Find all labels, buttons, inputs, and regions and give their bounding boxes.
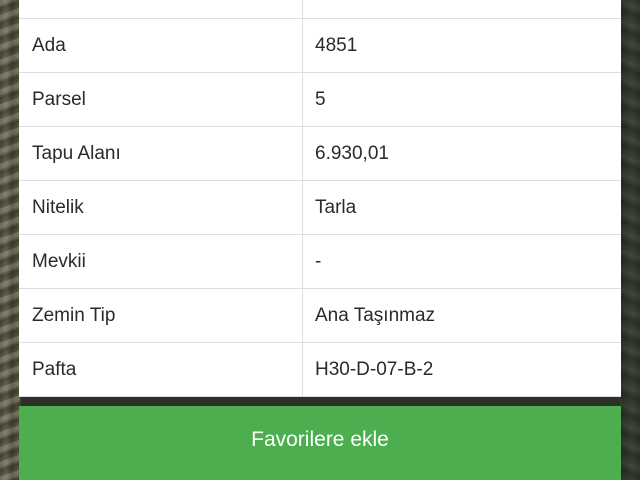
- row-value: Ana Taşınmaz: [315, 304, 436, 326]
- table-row-parsel: Parsel 5: [19, 73, 621, 127]
- row-value: 5: [315, 88, 326, 110]
- parcel-details-table: Mahalle No 44482 Ada 4851 Parsel 5 Tapu …: [19, 0, 621, 397]
- table-row-mahalle-no: Mahalle No 44482: [19, 0, 621, 19]
- table-row-pafta: Pafta H30-D-07-B-2: [19, 343, 621, 397]
- add-to-favorites-label: Favorilere ekle: [251, 428, 389, 451]
- row-value: H30-D-07-B-2: [315, 358, 434, 380]
- row-label: Mevkii: [19, 235, 303, 288]
- background-edge-right: [620, 0, 640, 480]
- row-value: Tarla: [315, 196, 357, 218]
- row-label: Tapu Alanı: [19, 127, 303, 180]
- add-to-favorites-button[interactable]: Favorilere ekle: [19, 406, 621, 480]
- row-label: Nitelik: [19, 181, 303, 234]
- table-row-mevkii: Mevkii -: [19, 235, 621, 289]
- row-value: 4851: [315, 34, 358, 56]
- row-value: 44482: [303, 0, 621, 18]
- background-edge-left: [0, 0, 20, 480]
- table-row-zemin-tip: Zemin Tip Ana Taşınmaz: [19, 289, 621, 343]
- row-label: Pafta: [19, 343, 303, 396]
- row-value: -: [315, 250, 322, 272]
- row-label: Ada: [19, 19, 303, 72]
- table-row-nitelik: Nitelik Tarla: [19, 181, 621, 235]
- row-label: Mahalle No: [19, 0, 303, 18]
- table-row-ada: Ada 4851: [19, 19, 621, 73]
- row-label: Zemin Tip: [19, 289, 303, 342]
- table-row-tapu-alani: Tapu Alanı 6.930,01: [19, 127, 621, 181]
- row-label: Parsel: [19, 73, 303, 126]
- row-value: 6.930,01: [315, 142, 389, 164]
